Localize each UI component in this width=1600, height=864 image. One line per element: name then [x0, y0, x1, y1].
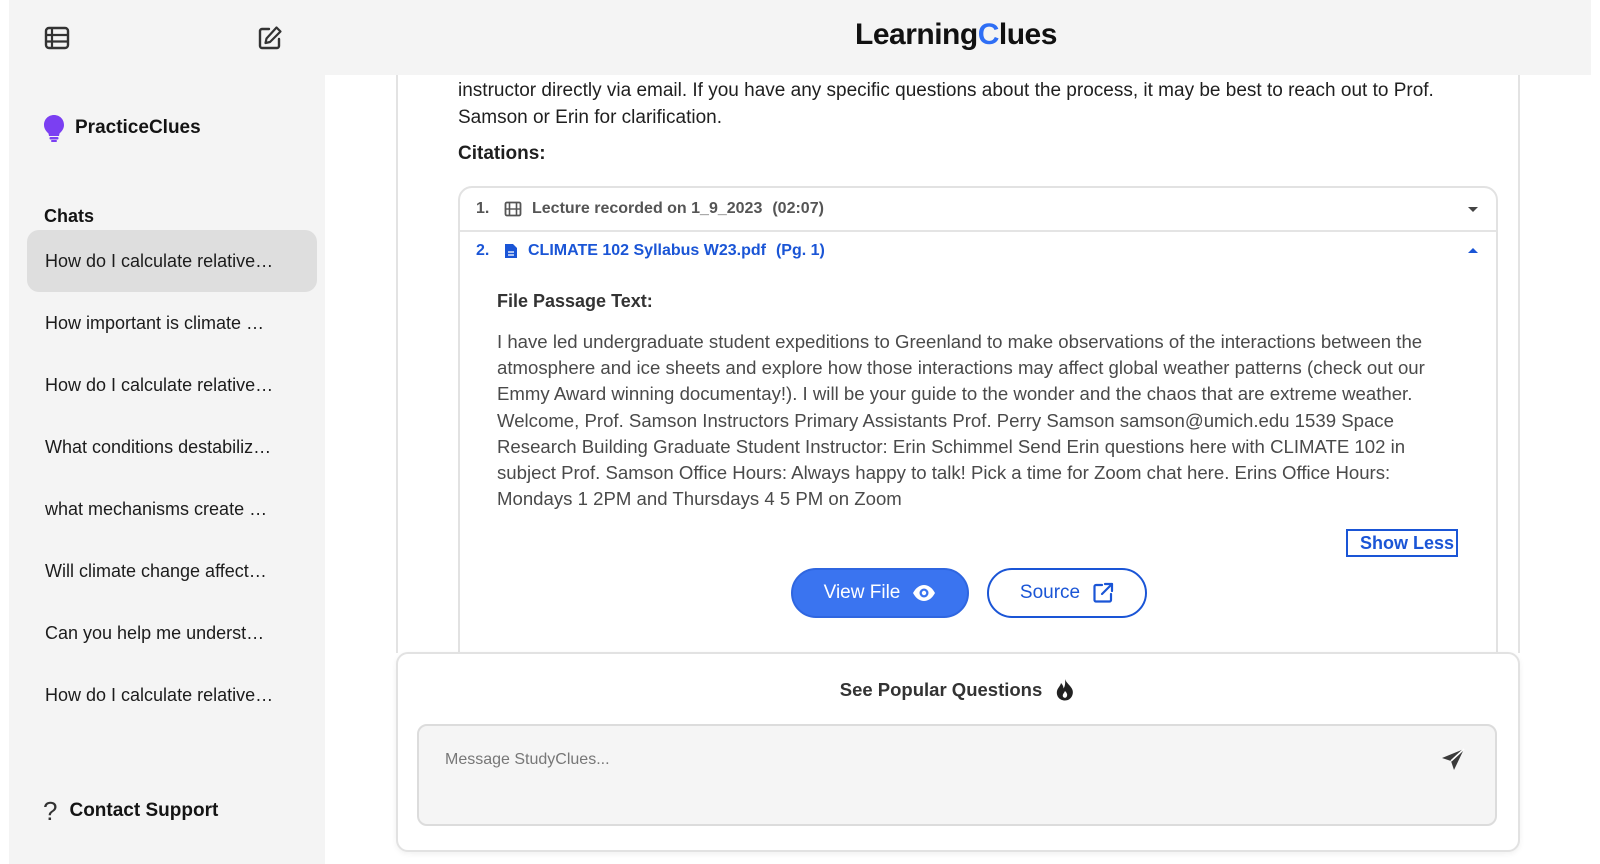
passage-heading: File Passage Text:	[497, 291, 653, 311]
chats-heading: Chats	[44, 206, 95, 226]
eye-icon	[913, 585, 936, 601]
source-label: Source	[1019, 582, 1081, 603]
chat-item[interactable]: what mechanisms create …	[27, 478, 317, 540]
citation-number: 2.	[476, 242, 490, 259]
chat-item[interactable]: Will climate change affect…	[27, 540, 317, 602]
chat-item[interactable]: How do I calculate relative…	[27, 230, 317, 292]
popular-questions-label: See Popular Questions	[839, 679, 1043, 700]
citation-meta: (Pg. 1)	[775, 242, 825, 259]
edit-icon	[258, 26, 282, 50]
chat-item[interactable]: How do I calculate relative…	[27, 664, 317, 726]
show-less-button[interactable]: Show Less	[1346, 529, 1459, 557]
passage-text: I have led undergraduate student expedit…	[497, 331, 1425, 510]
send-button[interactable]	[1437, 744, 1469, 776]
citation-title: CLIMATE 102 Syllabus W23.pdf	[528, 242, 766, 259]
app-logo[interactable]: Learning Clues	[855, 18, 1057, 52]
view-file-label: View File	[823, 582, 901, 603]
film-icon	[504, 201, 522, 217]
citation-item-expanded[interactable]: 2. CLIMATE 102 Syllabus W23.pdf (Pg. 1)	[476, 242, 1480, 260]
chevron-down-icon[interactable]	[1466, 202, 1480, 221]
list-icon	[44, 26, 70, 50]
message-box	[417, 724, 1497, 826]
new-chat-button[interactable]	[254, 22, 286, 54]
file-icon	[505, 244, 517, 258]
chat-item[interactable]: How do I calculate relative…	[27, 354, 317, 416]
sidebar: PracticeClues Chats How do I calculate r…	[9, 0, 325, 864]
window-frame	[0, 0, 9, 864]
composer: See Popular Questions	[396, 652, 1520, 852]
contact-support-label: Contact Support	[69, 800, 219, 821]
lightbulb-icon	[44, 115, 64, 142]
citation-number: 1.	[476, 200, 490, 217]
chat-item[interactable]: Can you help me underst…	[27, 602, 317, 664]
citations-panel: 1. Lecture recorded on 1_9_2023 (02:07) …	[458, 186, 1498, 653]
logo-prefix: Learning	[855, 18, 978, 51]
external-link-icon	[1093, 582, 1114, 603]
chat-item[interactable]: What conditions destabiliz…	[27, 416, 317, 478]
citation-meta: (02:07)	[772, 200, 824, 217]
citations-label: Citations:	[458, 143, 546, 164]
fire-icon	[1057, 679, 1074, 701]
source-button[interactable]: Source	[987, 568, 1147, 618]
citation-title: Lecture recorded on 1_9_2023	[532, 200, 763, 217]
chat-list: How do I calculate relative… How importa…	[27, 230, 317, 726]
popular-questions-button[interactable]: See Popular Questions	[398, 678, 1518, 702]
question-mark-icon: ?	[43, 796, 58, 826]
message-input[interactable]	[445, 746, 1405, 774]
view-file-button[interactable]: View File	[791, 568, 969, 618]
send-icon	[1442, 748, 1465, 770]
brand-name: PracticeClues	[75, 117, 201, 138]
contact-support-link[interactable]: ? Contact Support	[43, 798, 218, 824]
logo-c: C	[977, 18, 1000, 51]
chat-main: instructor directly via email. If you ha…	[396, 75, 1520, 653]
citation-item[interactable]: 1. Lecture recorded on 1_9_2023 (02:07)	[476, 200, 1480, 218]
brand[interactable]: PracticeClues	[43, 114, 201, 142]
chat-item[interactable]: How important is climate …	[27, 292, 317, 354]
citation-divider	[460, 230, 1496, 232]
chevron-up-icon[interactable]	[1466, 244, 1480, 263]
sidebar-toggle-button[interactable]	[41, 22, 73, 54]
logo-suffix: lues	[998, 18, 1058, 51]
answer-text: instructor directly via email. If you ha…	[458, 80, 1434, 128]
